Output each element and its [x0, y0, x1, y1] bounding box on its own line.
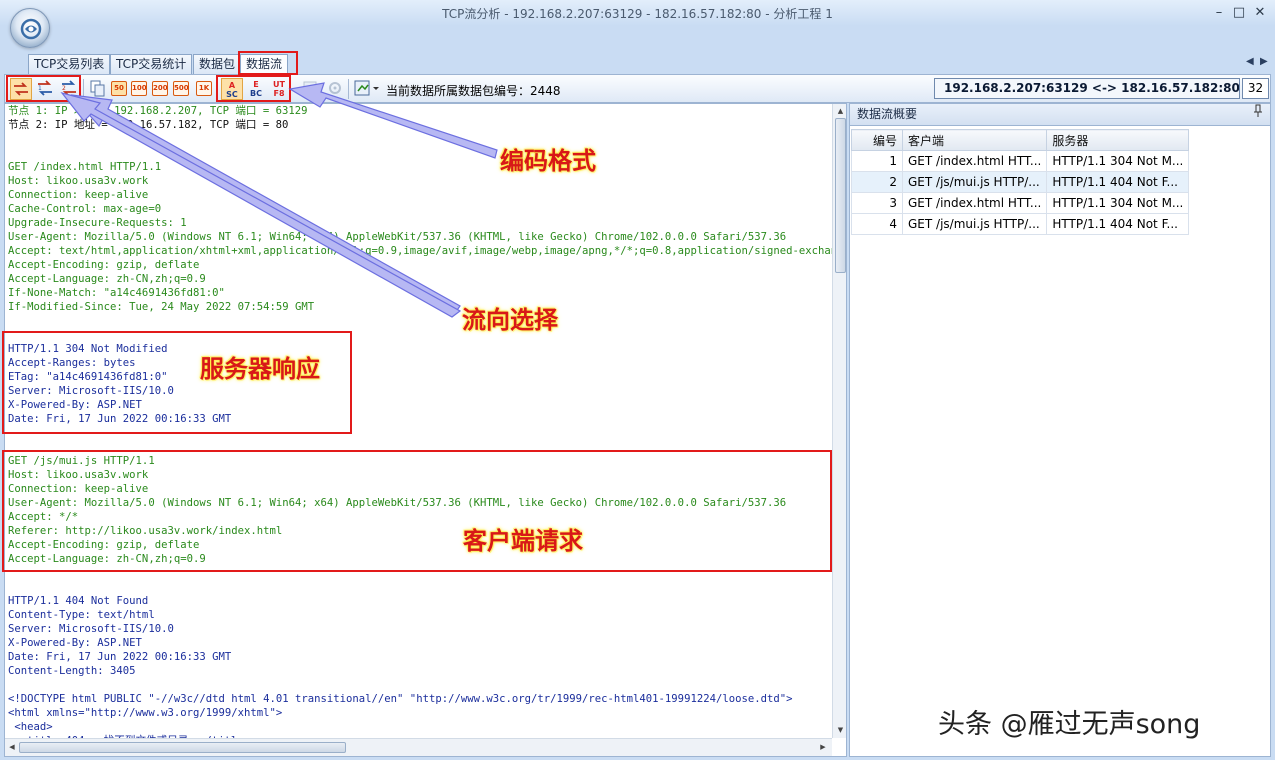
annotation-direction-select: 流向选择	[462, 306, 558, 334]
annotation-arrows	[60, 82, 498, 318]
annotation-server-response: 服务器响应	[200, 355, 320, 383]
annotation-encoding-format: 编码格式	[500, 147, 596, 175]
watermark: 头条 @雁过无声song	[938, 709, 1201, 740]
annotation-client-request: 客户端请求	[463, 527, 583, 555]
